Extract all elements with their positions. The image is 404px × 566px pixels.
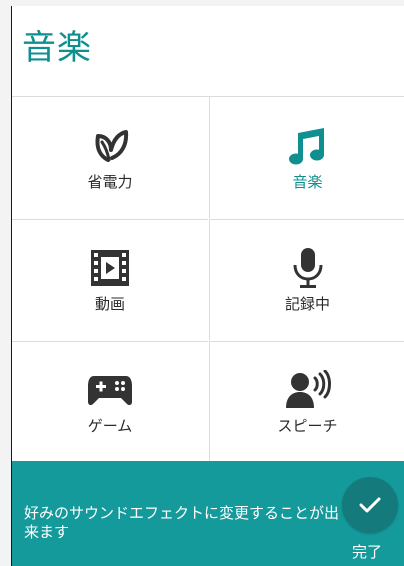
done-button[interactable] — [342, 477, 398, 533]
checkmark-icon — [359, 497, 381, 513]
footer-bar: 好みのサウンドエフェクトに変更することが出来ます 完了 — [12, 461, 404, 566]
done-label[interactable]: 完了 — [352, 543, 382, 561]
mode-label: 音楽 — [292, 172, 323, 191]
mode-grid: 省電力 音楽 動画 記録中 ゲーム スピーチ — [12, 96, 404, 462]
dialog-title: 音楽 — [22, 28, 92, 68]
mode-label: スピーチ — [277, 417, 338, 435]
film-icon — [86, 247, 134, 289]
mode-label: 記録中 — [284, 295, 330, 313]
microphone-icon — [284, 247, 332, 289]
mode-power-saving[interactable]: 省電力 — [12, 97, 208, 218]
footer-message: 好みのサウンドエフェクトに変更することが出来ます — [24, 504, 340, 541]
music-note-icon — [284, 125, 332, 167]
speaker-person-icon — [284, 369, 332, 411]
sound-effect-dialog: 音楽 省電力 音楽 動画 記録中 ゲーム スピーチ 好みのサウンドエフェクトに変… — [11, 6, 404, 566]
mode-label: ゲーム — [87, 417, 133, 435]
mode-recording[interactable]: 記録中 — [209, 219, 404, 340]
mode-label: 動画 — [94, 295, 125, 313]
mode-music[interactable]: 音楽 — [209, 97, 404, 218]
mode-label: 省電力 — [87, 172, 133, 191]
gamepad-icon — [86, 369, 134, 411]
mode-video[interactable]: 動画 — [12, 219, 208, 340]
mode-game[interactable]: ゲーム — [12, 341, 208, 462]
leaf-icon — [86, 125, 134, 167]
mode-speech[interactable]: スピーチ — [209, 341, 404, 462]
